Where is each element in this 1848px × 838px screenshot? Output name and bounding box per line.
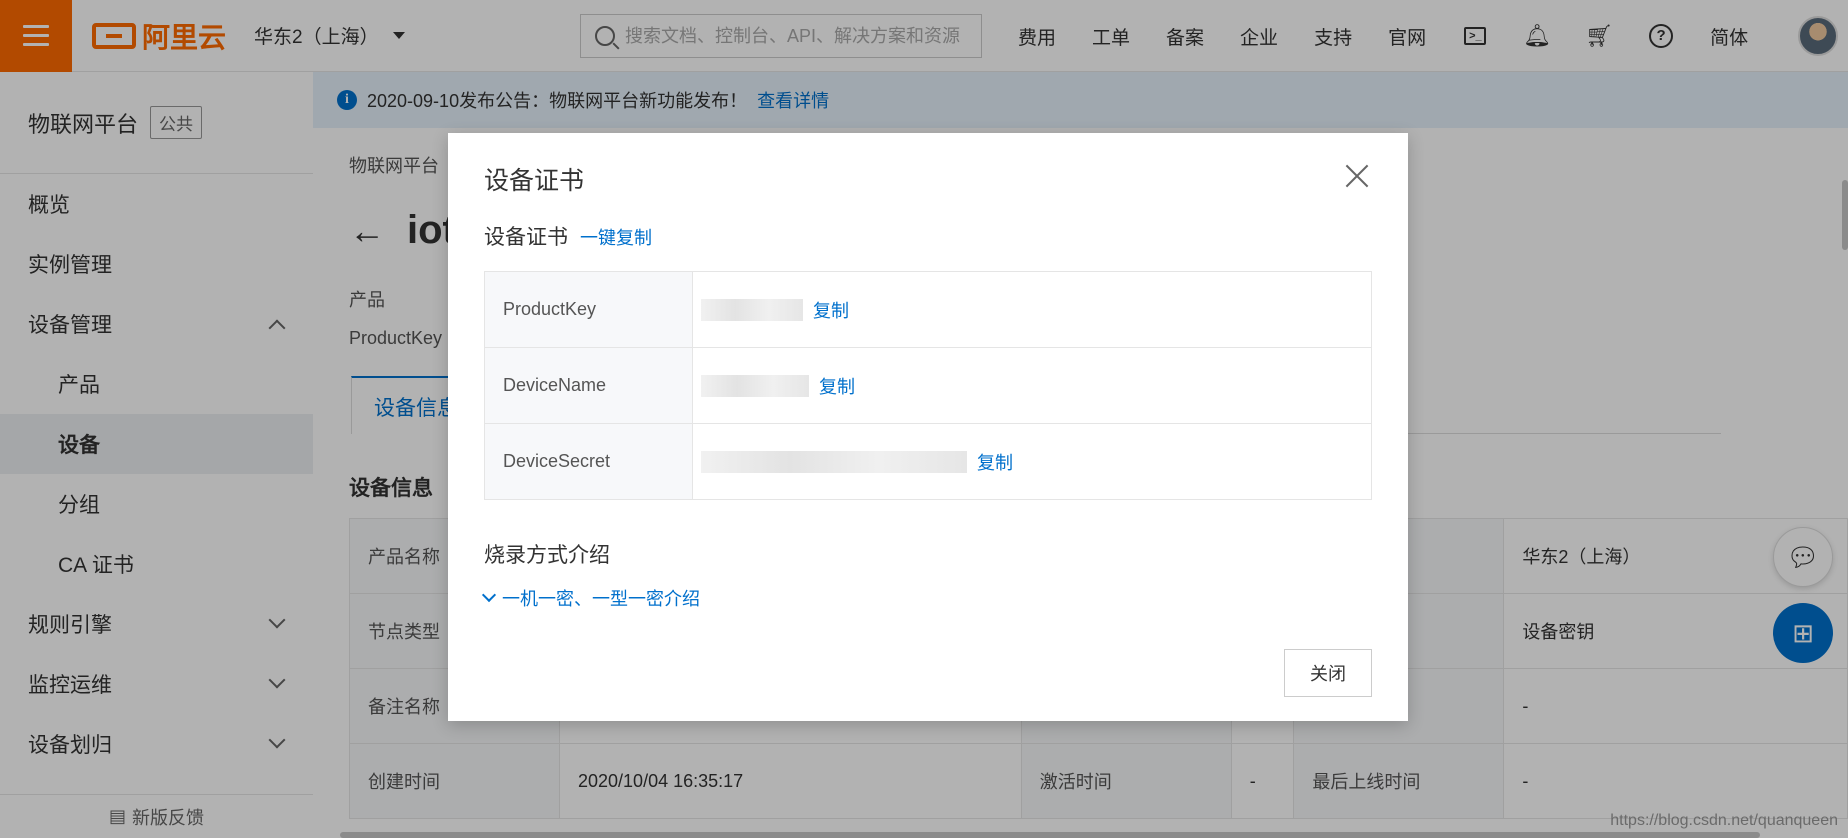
cert-key: DeviceName bbox=[484, 347, 693, 424]
chevron-down-icon bbox=[481, 587, 497, 603]
burn-method-toggle[interactable]: 一机一密、一型一密介绍 bbox=[481, 585, 700, 611]
cert-subheader: 设备证书 一键复制 bbox=[484, 221, 652, 251]
close-button[interactable]: 关闭 bbox=[1284, 649, 1372, 697]
copy-devicename-link[interactable]: 复制 bbox=[819, 377, 855, 397]
copy-devicesecret-link[interactable]: 复制 bbox=[977, 453, 1013, 473]
redacted-value bbox=[701, 450, 967, 473]
table-row: DeviceSecret 复制 bbox=[484, 423, 1372, 500]
close-icon[interactable] bbox=[1342, 161, 1372, 191]
copy-productkey-link[interactable]: 复制 bbox=[813, 301, 849, 321]
dialog-title: 设备证书 bbox=[484, 167, 585, 195]
certificate-table: ProductKey 复制 DeviceName 复制 DeviceSecret… bbox=[484, 271, 1372, 500]
copy-all-link[interactable]: 一键复制 bbox=[580, 224, 652, 250]
cert-value: 复制 bbox=[692, 271, 1372, 348]
cert-subtitle: 设备证书 bbox=[484, 226, 568, 249]
table-row: DeviceName 复制 bbox=[484, 347, 1372, 424]
redacted-value bbox=[701, 374, 809, 397]
burn-method-toggle-label: 一机一密、一型一密介绍 bbox=[502, 589, 700, 609]
device-certificate-dialog: 设备证书 设备证书 一键复制 ProductKey 复制 DeviceName … bbox=[448, 133, 1408, 721]
burn-method-title: 烧录方式介绍 bbox=[484, 544, 610, 567]
redacted-value bbox=[701, 298, 803, 321]
cert-value: 复制 bbox=[692, 423, 1372, 500]
table-row: ProductKey 复制 bbox=[484, 271, 1372, 348]
cert-key: ProductKey bbox=[484, 271, 693, 348]
cert-value: 复制 bbox=[692, 347, 1372, 424]
cert-key: DeviceSecret bbox=[484, 423, 693, 500]
